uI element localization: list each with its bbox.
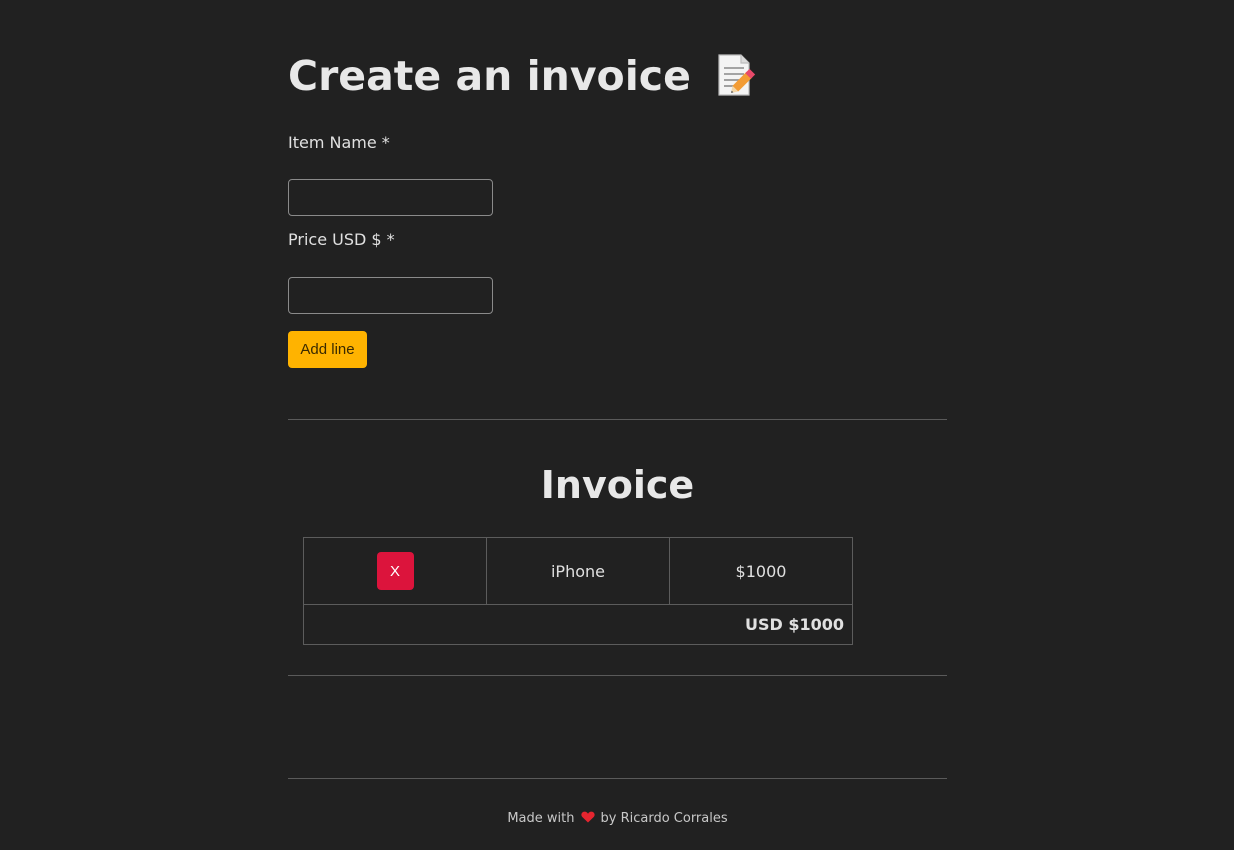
item-name-label: Item Name * [288,133,390,152]
table-row: X iPhone $1000 [303,537,853,605]
footer-author: by Ricardo Corrales [600,811,728,826]
remove-line-button[interactable]: X [376,552,414,590]
item-cell: iPhone [486,537,670,605]
invoice-table: X iPhone $1000 USD $1000 [303,537,853,645]
heart-icon [580,811,595,823]
app-container: Create an invoice Item Name * Price USD … [288,0,947,850]
divider [288,419,947,420]
item-name-input[interactable] [288,179,493,216]
divider [288,675,947,676]
page-title: Create an invoice [288,52,757,100]
total-row: USD $1000 [303,604,853,645]
price-cell: $1000 [669,537,853,605]
memo-icon [715,53,757,99]
footer-made-with: Made with [507,811,575,826]
add-line-button[interactable]: Add line [288,331,367,368]
footer: Made with by Ricardo Corrales [288,811,947,826]
price-label: Price USD $ * [288,230,395,249]
divider [288,778,947,779]
total-cell: USD $1000 [303,604,853,645]
remove-cell: X [303,537,487,605]
invoice-heading: Invoice [540,463,695,507]
price-input[interactable] [288,277,493,314]
page-title-text: Create an invoice [288,52,691,100]
